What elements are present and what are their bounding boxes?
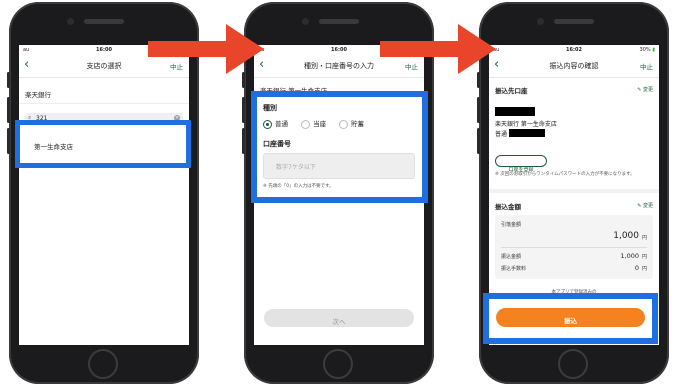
withdraw-unit: 円 — [641, 235, 647, 241]
side-button — [242, 72, 245, 88]
transfer-value: 1,000 — [620, 252, 639, 260]
volume-down-button — [477, 128, 480, 154]
account-placeholder: 数字7ケタ以下 — [276, 164, 316, 171]
dest-type: 普通 — [495, 131, 508, 138]
volume-down-button — [7, 128, 10, 154]
input-note: ※ 先頭の「0」の入力は不要です。 — [263, 184, 334, 189]
type-label: 種別 — [263, 104, 277, 112]
amount-edit-link[interactable]: ✎ 変更 — [637, 202, 653, 209]
home-button — [323, 349, 353, 379]
withdraw-label: 引落金額 — [501, 222, 522, 228]
front-camera — [67, 18, 74, 25]
result-branch-label: 第一生命支店 — [34, 143, 73, 151]
battery-icon: ▮ — [652, 47, 655, 53]
amount-label: 振込金額 — [495, 203, 521, 211]
radio-futsu-label: 普通 — [275, 120, 288, 128]
transfer-label: 振込金額 — [501, 254, 522, 260]
section-divider — [489, 189, 659, 193]
volume-up-button — [242, 97, 245, 123]
dest-label: 振込先口座 — [495, 87, 528, 95]
pencil-icon: ✎ — [637, 87, 642, 93]
divider — [19, 103, 189, 104]
dest-edit-label: 変更 — [642, 87, 653, 93]
type-radio-group: 普通 当座 貯蓄 — [263, 118, 364, 129]
withdraw-value: 1,000 — [613, 231, 639, 241]
bank-name: 楽天銀行 — [25, 91, 51, 99]
radio-empty-icon — [301, 119, 311, 129]
radio-selected-icon — [263, 119, 272, 129]
account-form: 種別 普通 当座 貯蓄 口座番号 数字7ケタ以下 ※ 先頭の「0」の入力は不要で… — [257, 97, 422, 197]
home-button — [558, 349, 588, 379]
cancel-link[interactable]: 中止 — [640, 61, 653, 71]
speaker — [84, 19, 124, 24]
fee-label: 振込手数料 — [501, 266, 527, 272]
amount-edit-label: 変更 — [642, 203, 653, 209]
side-button — [477, 72, 480, 88]
register-account-button[interactable]: 口座を登録 — [495, 155, 547, 173]
fee-unit: 円 — [641, 266, 647, 272]
radio-chochiku-label: 貯蓄 — [351, 120, 365, 128]
card-divider — [501, 247, 647, 248]
nav-bar: ‹ 振込内容の確認 中止 — [489, 55, 659, 78]
next-button[interactable]: 次へ — [264, 309, 414, 327]
dest-edit-link[interactable]: ✎ 変更 — [637, 86, 653, 93]
side-button — [7, 72, 10, 88]
arrow-right-icon — [380, 24, 496, 74]
front-camera — [302, 18, 309, 25]
account-number-input[interactable]: 数字7ケタ以下 — [263, 153, 415, 179]
radio-toza[interactable]: 当座 — [301, 119, 327, 129]
next-button-label: 次へ — [332, 318, 346, 326]
submit-area: 振込 — [489, 299, 652, 338]
radio-toza-label: 当座 — [313, 120, 327, 128]
home-button — [88, 349, 118, 379]
arrow-right-icon — [148, 24, 264, 74]
front-camera — [537, 18, 544, 25]
volume-up-button — [7, 97, 10, 123]
amount-card: 引落金額 1,000 円 振込金額 1,000 円 振込手数料 0 円 — [495, 215, 653, 279]
radio-empty-icon — [339, 119, 349, 129]
fee-value: 0 — [634, 264, 639, 272]
submit-label: 振込 — [564, 317, 577, 325]
register-note: ※ 次回のお取引からワンタイムパスワードの入力が不要になります。 — [495, 172, 635, 177]
transfer-unit: 円 — [641, 254, 647, 260]
pencil-icon: ✎ — [637, 203, 642, 209]
battery-percent: 30% — [639, 47, 651, 53]
speaker — [554, 19, 594, 24]
redacted-account — [509, 129, 545, 137]
volume-up-button — [477, 97, 480, 123]
redacted-name — [495, 107, 535, 116]
account-label: 口座番号 — [263, 140, 291, 148]
dest-bank: 楽天銀行 第一生命支店 — [495, 121, 557, 128]
speaker — [319, 19, 359, 24]
screen-branch-select: au 16:00 ▭ ‹ 支店の選択 中止 楽天銀行 ⌕ 321 × — [19, 45, 189, 345]
transfer-submit-button[interactable]: 振込 — [496, 308, 645, 327]
radio-chochiku[interactable]: 貯蓄 — [339, 119, 365, 129]
radio-futsu[interactable]: 普通 — [263, 119, 288, 129]
status-battery: 30% ▮ — [640, 47, 655, 53]
nav-title: 振込内容の確認 — [549, 62, 599, 70]
result-list-item[interactable]: 第一生命支店 — [20, 125, 186, 163]
status-time: 16:02 — [566, 47, 582, 53]
status-bar: au 16:02 30% ▮ — [489, 45, 659, 55]
volume-down-button — [242, 128, 245, 154]
